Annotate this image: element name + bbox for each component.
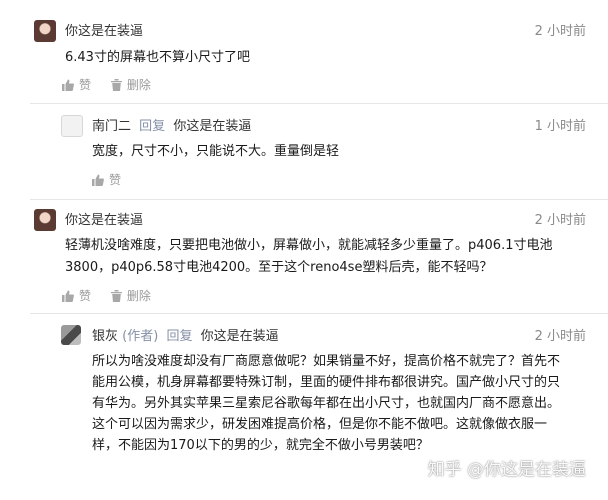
author-tag: (作者) [122,329,159,344]
thumbs-up-icon [92,174,104,186]
comment-actions: 赞 删除 [62,288,167,306]
avatar[interactable] [61,115,83,137]
like-button[interactable]: 赞 [62,77,91,93]
like-button[interactable]: 赞 [62,288,91,304]
reply-label: 回复 [166,329,193,344]
comment-time: 2 小时前 [534,213,586,228]
delete-label: 删除 [126,78,151,92]
comment-text: 宽度，尺寸不小，只能说不大。重量倒是轻 [92,144,340,159]
comment-text-line: 能用公模，机身屏幕都要特殊订制，里面的硬件排布都很讲究。国产做小尺寸的只 [92,375,561,390]
comment-author[interactable]: 南门二 [92,119,131,134]
comment-author[interactable]: 银灰 [92,329,118,344]
watermark: 知乎 @你这是在装逼 [427,460,586,480]
delete-button[interactable]: 删除 [110,77,151,93]
comment-actions: 赞 删除 [62,77,167,95]
comment-text-line: 轻薄机没啥难度，只要把电池做小，屏幕做小，就能减轻多少重量了。p406.1寸电池 [65,238,553,253]
comment-meta: 银灰 (作者) 回复 你这是在装逼 [92,329,279,345]
comment-divider [30,313,608,314]
comment-actions: 赞 [92,172,137,190]
comment-divider [30,103,608,104]
comment-time: 2 小时前 [534,329,586,344]
comment-author[interactable]: 你这是在装逼 [65,24,143,40]
delete-button[interactable]: 删除 [110,288,151,304]
comment-meta: 南门二 回复 你这是在装逼 [92,119,251,135]
avatar[interactable] [61,325,81,345]
comment-time: 1 小时前 [534,119,586,134]
comment-text-line: 有华为。另外其实苹果三星索尼谷歌每年都在出小尺寸，也就国内厂商不愿意出。 [92,396,561,411]
like-label: 赞 [109,173,122,187]
reply-to-author[interactable]: 你这是在装逼 [201,329,279,344]
comment-divider [30,199,608,200]
delete-label: 删除 [126,289,151,303]
comment-time: 2 小时前 [534,24,586,39]
reply-to-author[interactable]: 你这是在装逼 [173,119,251,134]
comment-text-line: 3800，p40p6.58寸电池4200。至于这个reno4se塑料后壳，能不轻… [65,260,493,275]
thumbs-up-icon [62,290,74,302]
trash-icon [110,79,122,91]
avatar[interactable] [34,20,56,42]
comment-text-line: 所以为啥没难度却没有厂商愿意做呢？如果销量不好，提高价格不就完了？首先不 [92,354,561,369]
comment-text-line: 样，不能因为170以下的男的少，就完全不做小号男装吧？ [92,438,429,453]
comment-author[interactable]: 你这是在装逼 [65,213,143,229]
trash-icon [110,290,122,302]
comment-text: 6.43寸的屏幕也不算小尺寸了吧 [65,50,250,65]
like-label: 赞 [79,78,92,92]
like-button[interactable]: 赞 [92,172,121,188]
comment-text-line: 这个可以因为需求少，研发困难提高价格，但是你不能不做吧。这就像做衣服一 [92,417,548,432]
thumbs-up-icon [62,79,74,91]
reply-label: 回复 [139,119,166,134]
like-label: 赞 [79,289,92,303]
avatar[interactable] [34,209,56,231]
